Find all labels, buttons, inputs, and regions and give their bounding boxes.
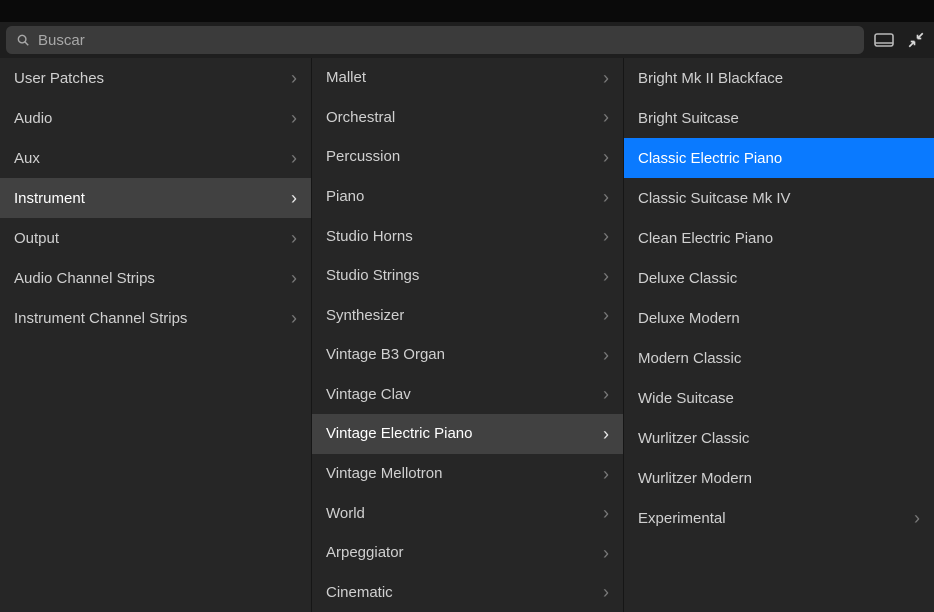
list-item-label: Studio Horns [326,228,413,245]
list-item-label: Aux [14,150,40,167]
list-item-label: Clean Electric Piano [638,230,773,247]
list-item[interactable]: Vintage Electric Piano › [312,414,623,454]
list-item-label: Wide Suitcase [638,390,734,407]
list-item[interactable]: Mallet › [312,58,623,98]
chevron-right-icon: › [603,346,609,364]
list-item-label: Wurlitzer Modern [638,470,752,487]
chevron-right-icon: › [291,69,297,87]
list-item-label: Deluxe Modern [638,310,740,327]
list-item[interactable]: Cinematic › [312,573,623,612]
chevron-right-icon: › [914,509,920,527]
chevron-right-icon: › [603,188,609,206]
list-item-label: Modern Classic [638,350,741,367]
list-item[interactable]: Vintage Mellotron › [312,454,623,494]
list-item-label: Vintage Electric Piano [326,425,472,442]
list-item-label: Vintage Mellotron [326,465,442,482]
list-item[interactable]: Percussion › [312,137,623,177]
search-input[interactable] [38,32,854,49]
chevron-right-icon: › [603,69,609,87]
list-item[interactable]: Orchestral › [312,98,623,138]
list-item-label: Synthesizer [326,307,404,324]
list-item[interactable]: Bright Mk II Blackface [624,58,934,98]
list-item-label: Wurlitzer Classic [638,430,749,447]
browser-column-1: User Patches›Audio›Aux›Instrument›Output… [0,58,312,612]
browser-column-2: Mallet›Orchestral›Percussion›Piano›Studi… [312,58,624,612]
list-item[interactable]: Wurlitzer Modern [624,458,934,498]
list-item-label: Arpeggiator [326,544,404,561]
browser-column-3: Bright Mk II Blackface Bright Suitcase Cla… [624,58,934,612]
search-row [0,22,934,58]
chevron-right-icon: › [603,267,609,285]
list-item[interactable]: Clean Electric Piano [624,218,934,258]
list-item[interactable]: Studio Horns › [312,216,623,256]
chevron-right-icon: › [291,309,297,327]
list-item-label: Orchestral [326,109,395,126]
chevron-right-icon: › [291,269,297,287]
list-item[interactable]: Deluxe Classic [624,258,934,298]
chevron-right-icon: › [603,227,609,245]
list-item-label: Bright Mk II Blackface [638,70,783,87]
list-item[interactable]: Audio › [0,98,311,138]
list-item-label: Classic Suitcase Mk IV [638,190,791,207]
chevron-right-icon: › [603,148,609,166]
list-item[interactable]: Classic Electric Piano [624,138,934,178]
list-item-label: Audio [14,110,52,127]
list-item[interactable]: Modern Classic [624,338,934,378]
chevron-right-icon: › [603,504,609,522]
list-item-label: User Patches [14,70,104,87]
search-field[interactable] [6,26,864,54]
window-top-strip [0,0,934,22]
list-item[interactable]: Wide Suitcase [624,378,934,418]
list-item[interactable]: Instrument › [0,178,311,218]
chevron-right-icon: › [603,108,609,126]
chevron-right-icon: › [291,189,297,207]
list-item[interactable]: Instrument Channel Strips › [0,298,311,338]
list-item[interactable]: Vintage Clav › [312,375,623,415]
list-item[interactable]: Vintage B3 Organ › [312,335,623,375]
list-item[interactable]: Aux › [0,138,311,178]
view-mode-button[interactable] [872,28,896,52]
list-item-label: Classic Electric Piano [638,150,782,167]
chevron-right-icon: › [291,109,297,127]
chevron-right-icon: › [603,385,609,403]
list-item[interactable]: Bright Suitcase [624,98,934,138]
list-item-label: Experimental [638,510,726,527]
list-item[interactable]: Output › [0,218,311,258]
list-item-label: Vintage B3 Organ [326,346,445,363]
collapse-icon[interactable] [904,28,928,52]
library-browser: User Patches›Audio›Aux›Instrument›Output… [0,58,934,612]
list-item-label: Cinematic [326,584,393,601]
list-item[interactable]: World › [312,493,623,533]
list-item[interactable]: Synthesizer › [312,295,623,335]
chevron-right-icon: › [291,229,297,247]
list-item[interactable]: Piano › [312,177,623,217]
list-item-label: Output [14,230,59,247]
list-item-label: World [326,505,365,522]
list-item[interactable]: User Patches › [0,58,311,98]
list-item[interactable]: Audio Channel Strips › [0,258,311,298]
list-item[interactable]: Classic Suitcase Mk IV [624,178,934,218]
list-item-label: Audio Channel Strips [14,270,155,287]
search-icon [16,33,30,47]
list-item-label: Deluxe Classic [638,270,737,287]
list-item-label: Mallet [326,69,366,86]
list-item[interactable]: Experimental › [624,498,934,538]
list-item-label: Studio Strings [326,267,419,284]
list-item[interactable]: Deluxe Modern [624,298,934,338]
list-item[interactable]: Studio Strings › [312,256,623,296]
list-item-label: Piano [326,188,364,205]
list-item-label: Bright Suitcase [638,110,739,127]
chevron-right-icon: › [603,465,609,483]
list-item[interactable]: Wurlitzer Classic [624,418,934,458]
chevron-right-icon: › [291,149,297,167]
chevron-right-icon: › [603,583,609,601]
list-item-label: Vintage Clav [326,386,411,403]
chevron-right-icon: › [603,544,609,562]
list-item-label: Instrument [14,190,85,207]
list-item-label: Percussion [326,148,400,165]
chevron-right-icon: › [603,425,609,443]
list-item[interactable]: Arpeggiator › [312,533,623,573]
chevron-right-icon: › [603,306,609,324]
list-item-label: Instrument Channel Strips [14,310,187,327]
